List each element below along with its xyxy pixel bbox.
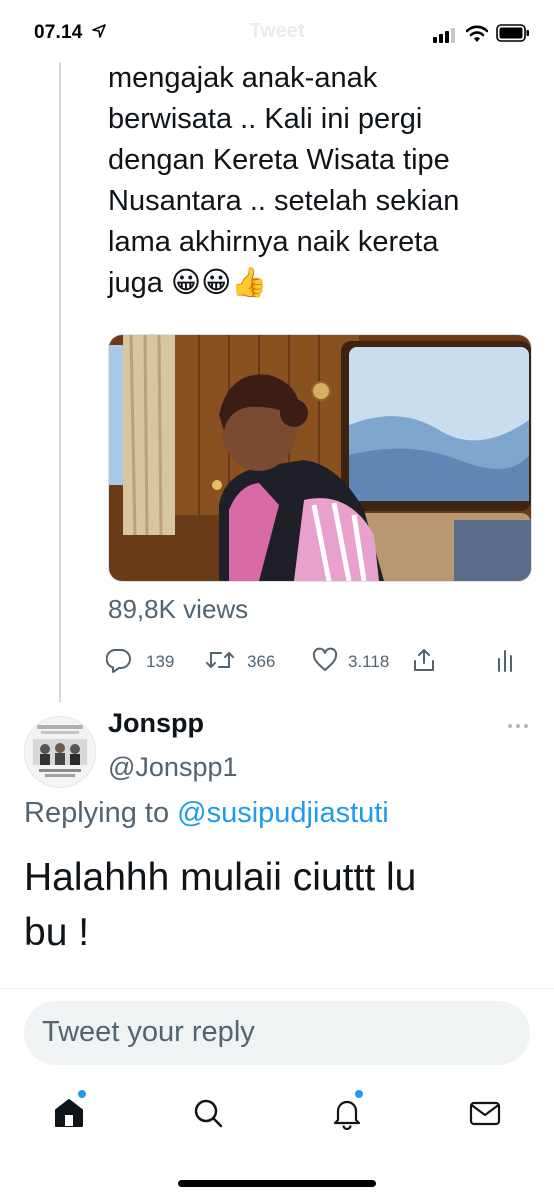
tab-notifications[interactable] bbox=[330, 1090, 364, 1131]
retweet-icon bbox=[206, 652, 234, 668]
search-icon bbox=[194, 1099, 223, 1128]
mail-icon bbox=[469, 1101, 501, 1126]
retweet-count: 366 bbox=[247, 652, 276, 671]
avatar-image bbox=[25, 717, 95, 787]
reply-text-line: Halahhh mulaii ciuttt lu bbox=[24, 856, 417, 899]
heart-icon bbox=[312, 647, 338, 671]
wifi-icon bbox=[466, 25, 488, 42]
tweet-video[interactable] bbox=[108, 334, 532, 582]
replying-to-label: Replying to @susipudjiastuti bbox=[24, 797, 389, 830]
tab-messages[interactable] bbox=[468, 1096, 502, 1130]
home-icon bbox=[55, 1099, 83, 1127]
tweet-text-line: mengajak anak-anak bbox=[108, 62, 378, 94]
like-count: 3.118 bbox=[348, 652, 390, 671]
reply-count: 139 bbox=[146, 652, 175, 671]
retweet-button[interactable]: 366 bbox=[205, 647, 290, 675]
share-button[interactable] bbox=[411, 647, 437, 675]
reply-icon bbox=[106, 648, 131, 673]
avatar[interactable] bbox=[24, 716, 96, 788]
bell-icon bbox=[333, 1100, 361, 1131]
tweet-text-line: Nusantara .. setelah sekian bbox=[108, 185, 460, 217]
notifications-dot bbox=[355, 1090, 363, 1098]
reply-text: Halahhh mulaii ciuttt lu bu ! bbox=[24, 850, 534, 960]
share-icon bbox=[414, 649, 434, 671]
tab-home[interactable] bbox=[52, 1090, 86, 1130]
reply-author-name[interactable]: Jonspp bbox=[108, 708, 204, 739]
reply-composer-placeholder: Tweet your reply bbox=[42, 1016, 255, 1048]
reply-composer-input[interactable]: Tweet your reply bbox=[24, 1001, 530, 1065]
reply-text-line: bu ! bbox=[24, 911, 90, 954]
replying-to-prefix: Replying to bbox=[24, 797, 170, 829]
home-notification-dot bbox=[78, 1090, 86, 1098]
video-frame-image bbox=[109, 335, 531, 581]
view-count: 89,8K views bbox=[108, 594, 249, 624]
cellular-signal-icon bbox=[433, 28, 455, 43]
replying-to-mention-link[interactable]: @susipudjiastuti bbox=[177, 797, 389, 829]
tweet-text: mengajak anak-anak berwisata .. Kali ini… bbox=[108, 58, 528, 304]
tweet-text-line: berwisata .. Kali ini pergi bbox=[108, 103, 423, 135]
battery-icon bbox=[496, 24, 529, 42]
thread-connector-line bbox=[59, 62, 61, 702]
tab-search[interactable] bbox=[191, 1096, 225, 1130]
like-button[interactable]: 3.118 bbox=[312, 647, 392, 675]
divider bbox=[0, 988, 554, 989]
home-indicator bbox=[178, 1180, 376, 1187]
tweet-text-line: juga 😀😀👍 bbox=[108, 267, 268, 299]
reply-button[interactable]: 139 bbox=[106, 647, 181, 675]
more-options-icon[interactable] bbox=[506, 722, 530, 730]
reply-author-handle[interactable]: @Jonspp1 bbox=[108, 752, 238, 783]
analytics-icon bbox=[498, 650, 512, 672]
analytics-button[interactable] bbox=[496, 647, 518, 675]
tweet-text-line: lama akhirnya naik kereta bbox=[108, 226, 439, 258]
status-bar: 07.14 Tweet bbox=[0, 0, 554, 66]
tweet-text-line: dengan Kereta Wisata tipe bbox=[108, 144, 450, 176]
